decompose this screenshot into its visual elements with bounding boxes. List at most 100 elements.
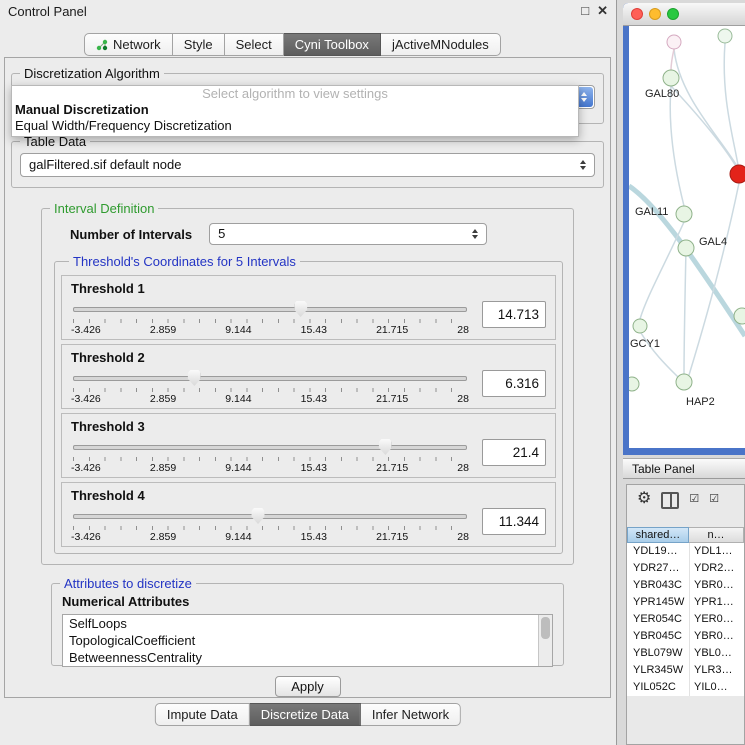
restore-icon[interactable]: □ (581, 3, 589, 19)
tab-select[interactable]: Select (225, 33, 284, 56)
slider-tick-labels: -3.426 2.859 9.144 15.43 21.715 28 (71, 531, 469, 543)
combo-stepper[interactable] (576, 154, 590, 176)
tab-infer-network[interactable]: Infer Network (361, 703, 461, 726)
attributes-listbox[interactable]: SelfLoops TopologicalCoefficient Between… (62, 614, 553, 667)
slider-track[interactable] (73, 307, 467, 312)
tick-label: 21.715 (376, 462, 408, 474)
slider-tick-marks (73, 526, 467, 530)
network-node-hap2[interactable] (676, 374, 692, 390)
table-row[interactable]: YIL052CYIL0… (627, 679, 744, 696)
list-scrollbar[interactable] (538, 615, 552, 666)
apply-button[interactable]: Apply (275, 676, 341, 697)
list-item[interactable]: SelfLoops (63, 615, 552, 632)
network-icon (96, 39, 108, 51)
number-of-intervals-combobox[interactable]: 5 (209, 223, 487, 245)
table-data-group: Table Data galFiltered.sif default node (11, 134, 604, 188)
threshold-3-slider[interactable]: -3.426 2.859 9.144 15.43 21.715 28 (71, 438, 469, 476)
tab-label: Cyni Toolbox (295, 34, 369, 55)
interval-definition-label: Interval Definition (50, 201, 158, 216)
minimize-traffic-light-icon[interactable] (649, 8, 661, 20)
arrow-up-icon (581, 92, 587, 96)
slider-handle[interactable] (188, 370, 201, 386)
threshold-2-value[interactable]: 6.316 (482, 370, 546, 397)
list-item[interactable]: TopologicalCoefficient (63, 632, 552, 649)
combo-stepper[interactable] (468, 224, 482, 244)
tab-style[interactable]: Style (173, 33, 225, 56)
threshold-1-value[interactable]: 14.713 (482, 301, 546, 328)
cell-name: YER0… (689, 611, 744, 628)
network-canvas[interactable]: GAL80 GAL11 GAL4 GCY1 HAP2 (629, 26, 745, 448)
threshold-1-slider[interactable]: -3.426 2.859 9.144 15.43 21.715 28 (71, 300, 469, 338)
table-row[interactable]: YER054CYER0… (627, 611, 744, 628)
network-node[interactable] (734, 308, 745, 324)
slider-track[interactable] (73, 445, 467, 450)
network-node-gal11[interactable] (676, 206, 692, 222)
network-node-red[interactable] (730, 165, 745, 183)
table-data-value: galFiltered.sif default node (29, 157, 181, 172)
select-all-checkbox-icon[interactable]: ☑ (689, 492, 699, 506)
tab-impute-data[interactable]: Impute Data (155, 703, 250, 726)
slider-handle[interactable] (294, 301, 307, 317)
scrollbar-thumb[interactable] (541, 617, 550, 639)
network-window-titlebar (623, 3, 745, 26)
close-icon[interactable]: ✕ (597, 3, 608, 19)
table-row[interactable]: YDL19…YDL1… (627, 543, 744, 560)
tick-label: 9.144 (225, 531, 251, 543)
table-row[interactable]: YPR145WYPR1… (627, 594, 744, 611)
threshold-2-slider[interactable]: -3.426 2.859 9.144 15.43 21.715 28 (71, 369, 469, 407)
table-panel-header[interactable]: Table Panel (623, 458, 745, 479)
arrow-down-icon (580, 166, 586, 170)
column-header-shared-name[interactable]: shared… (627, 527, 689, 543)
node-label-gcy1: GCY1 (630, 338, 660, 350)
gear-icon[interactable]: ⚙ (637, 491, 651, 507)
cell-shared-name: YBR043C (627, 577, 689, 594)
table-row[interactable]: YBR043CYBR0… (627, 577, 744, 594)
tick-label: 28 (457, 393, 469, 405)
dropdown-option-equal-width-frequency[interactable]: Equal Width/Frequency Discretization (12, 118, 578, 134)
tick-label: -3.426 (71, 324, 101, 336)
network-node-gcy1[interactable] (633, 319, 647, 333)
table-panel-title: Table Panel (632, 462, 695, 476)
tab-label: Style (184, 34, 213, 55)
table-row[interactable]: YBL079WYBL0… (627, 645, 744, 662)
column-header-name[interactable]: n… (689, 527, 744, 543)
slider-tick-marks (73, 319, 467, 323)
slider-track[interactable] (73, 514, 467, 519)
slider-tick-marks (73, 388, 467, 392)
slider-tick-labels: -3.426 2.859 9.144 15.43 21.715 28 (71, 462, 469, 474)
tab-jactivemnodules[interactable]: jActiveMNodules (381, 33, 501, 56)
tick-label: 15.43 (301, 324, 327, 336)
network-view-window: GAL80 GAL11 GAL4 GCY1 HAP2 (623, 3, 745, 455)
network-node[interactable] (718, 29, 732, 43)
dropdown-option-manual-discretization[interactable]: Manual Discretization (12, 102, 578, 118)
table-row[interactable]: YLR345WYLR3… (627, 662, 744, 679)
threshold-4-slider[interactable]: -3.426 2.859 9.144 15.43 21.715 28 (71, 507, 469, 545)
network-node[interactable] (629, 377, 639, 391)
select-none-checkbox-icon[interactable]: ☑ (709, 492, 719, 506)
slider-handle[interactable] (252, 508, 265, 524)
tab-cyni-toolbox[interactable]: Cyni Toolbox (284, 33, 381, 56)
columns-icon[interactable] (661, 492, 679, 509)
network-node[interactable] (667, 35, 681, 49)
table-row[interactable]: YDR27…YDR2… (627, 560, 744, 577)
network-node-gal4[interactable] (678, 240, 694, 256)
bottom-tab-bar: Impute Data Discretize Data Infer Networ… (155, 703, 461, 726)
close-traffic-light-icon[interactable] (631, 8, 643, 20)
tab-discretize-data[interactable]: Discretize Data (250, 703, 361, 726)
cell-shared-name: YPR145W (627, 594, 689, 611)
zoom-traffic-light-icon[interactable] (667, 8, 679, 20)
list-item[interactable]: BetweennessCentrality (63, 649, 552, 666)
network-node-gal80[interactable] (663, 70, 679, 86)
arrow-down-icon (472, 235, 478, 239)
arrow-down-icon (581, 98, 587, 102)
table-data-combobox[interactable]: galFiltered.sif default node (20, 153, 595, 177)
dropdown-placeholder: Select algorithm to view settings (12, 86, 578, 102)
interval-definition-group: Interval Definition Number of Intervals … (41, 201, 574, 565)
slider-handle[interactable] (379, 439, 392, 455)
threshold-3-value[interactable]: 21.4 (482, 439, 546, 466)
tab-network[interactable]: Network (84, 33, 173, 56)
cell-shared-name: YBR045C (627, 628, 689, 645)
table-row[interactable]: YBR045CYBR0… (627, 628, 744, 645)
slider-track[interactable] (73, 376, 467, 381)
threshold-4-value[interactable]: 11.344 (482, 508, 546, 535)
